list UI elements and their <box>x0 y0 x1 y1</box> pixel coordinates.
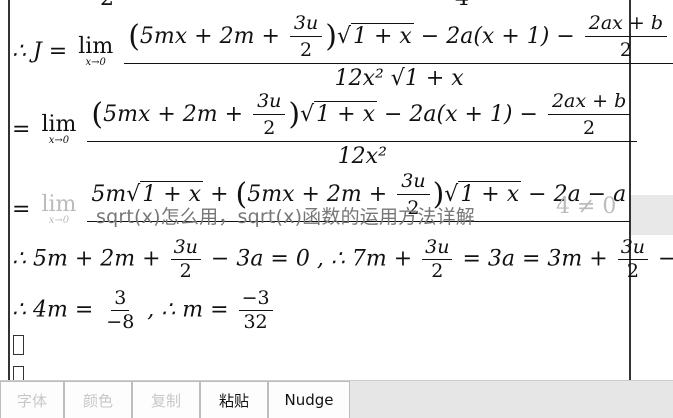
limit-operator: lim x→0 <box>78 34 114 68</box>
faded-condition: 4 ≠ 0 <box>556 194 617 219</box>
scroll-indicator[interactable] <box>631 195 673 235</box>
watermark-caption: sqrt(x)怎么用，sqrt(x)函数的运用方法详解 <box>96 206 475 228</box>
toolbar-empty-area <box>350 381 673 418</box>
equation-line-2: = lim x→0 (5mx + 2m + 3u 2)√1 + x − 2a(x … <box>12 92 638 168</box>
equation-line-4: ∴ 5m + 2m + 3u 2 − 3a = 0 , ∴ 7m + 3u 2 = … <box>12 236 673 282</box>
font-button[interactable]: 字体 <box>0 381 64 418</box>
limit-operator: lim x→0 <box>41 192 77 226</box>
limit-operator: lim x→0 <box>41 112 77 146</box>
copy-button[interactable]: 复制 <box>132 381 200 418</box>
equation-line-1: ∴ J = lim x→0 (5mx + 2m + 3u 2)√1 + x − 2… <box>12 14 673 90</box>
color-button[interactable]: 颜色 <box>64 381 132 418</box>
main-fraction: (5mx + 2m + 3u 2)√1 + x − 2a(x + 1) − 2ax… <box>87 92 638 168</box>
main-fraction: (5mx + 2m + 3u 2)√1 + x − 2a(x + 1) − 2ax… <box>124 14 673 90</box>
paste-button[interactable]: 粘贴 <box>200 381 268 418</box>
bottom-toolbar: 字体 颜色 复制 粘贴 Nudge <box>0 380 673 418</box>
empty-placeholder-box[interactable] <box>13 366 24 380</box>
therefore-j: ∴ J = <box>12 39 68 64</box>
math-document: 2 4 ∴ J = lim x→0 (5mx + 2m + 3u2)√1 + x… <box>0 0 673 380</box>
equation-line-5: ∴ 4m = 3 −8 , ∴ m = −3 32 <box>12 289 276 332</box>
nudge-button[interactable]: Nudge <box>268 381 350 418</box>
top-fragment-right: 4 <box>455 0 469 10</box>
top-fragment-left: 2 <box>100 0 114 10</box>
empty-placeholder-box[interactable] <box>13 335 24 355</box>
left-margin-rule <box>8 0 10 380</box>
